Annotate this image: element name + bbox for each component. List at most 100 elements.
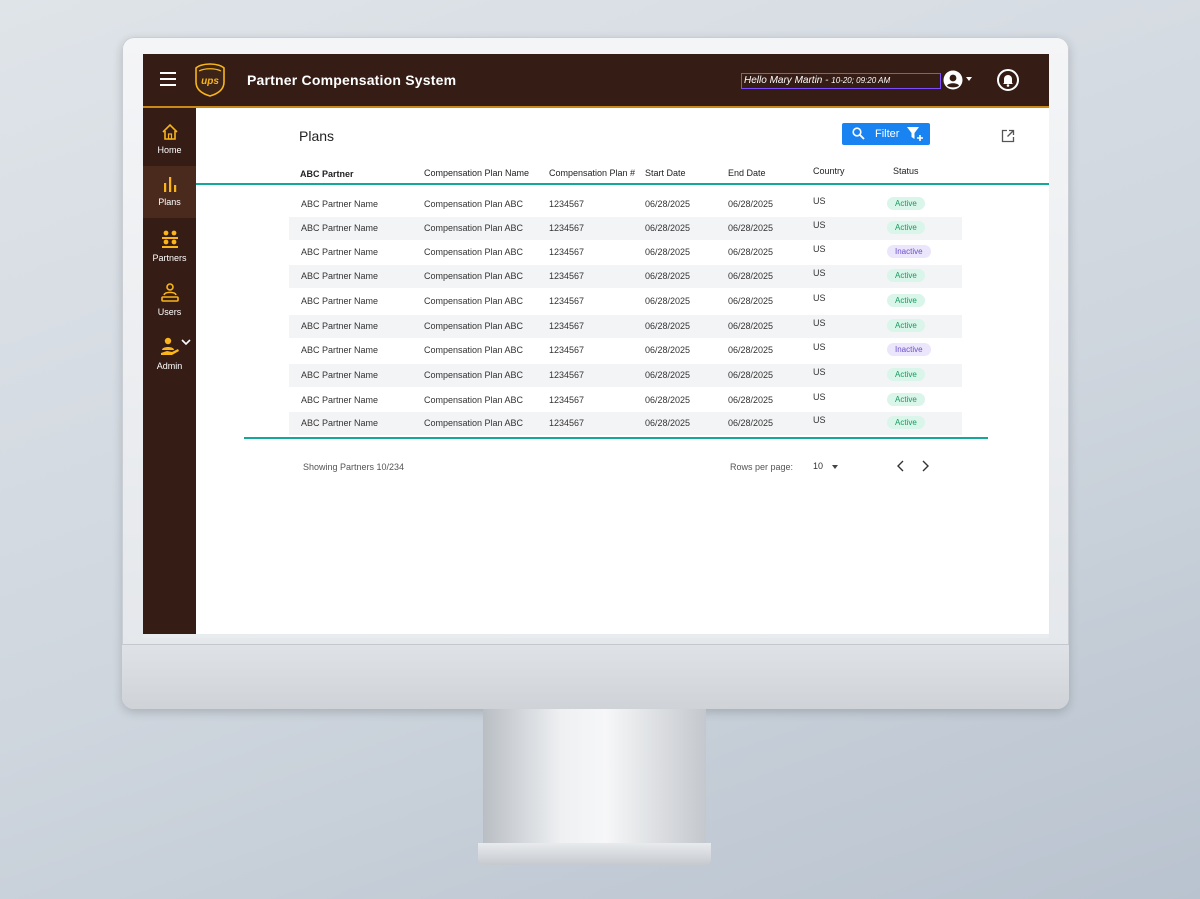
status-badge: Active — [887, 319, 925, 332]
cell-start-date: 06/28/2025 — [645, 370, 691, 380]
rows-per-page-label: Rows per page: — [730, 462, 794, 472]
chevron-down-icon[interactable] — [181, 338, 191, 346]
cell-start-date: 06/28/2025 — [645, 418, 691, 428]
table-row[interactable]: ABC Partner Name Compensation Plan ABC 123… — [289, 290, 962, 313]
svg-text:ups: ups — [201, 76, 219, 87]
table-row[interactable]: ABC Partner Name Compensation Plan ABC 123… — [289, 193, 962, 216]
cell-plan-name: Compensation Plan ABC — [424, 271, 524, 281]
monitor-stand-base — [478, 843, 711, 865]
cell-plan-number: 1234567 — [549, 296, 585, 306]
sidebar-item-admin[interactable]: Admin — [143, 336, 196, 382]
cell-partner-name: ABC Partner Name — [301, 370, 379, 380]
cell-end-date: 06/28/2025 — [728, 296, 774, 306]
rows-per-page-select[interactable]: 10 — [813, 461, 823, 471]
cell-partner-name: ABC Partner Name — [301, 199, 379, 209]
sidebar-item-plans[interactable]: Plans — [143, 166, 196, 218]
screen-bottom-edge — [143, 634, 1049, 638]
sidebar-item-label: Partners — [152, 253, 187, 263]
partners-icon — [161, 230, 178, 248]
status-badge: Inactive — [887, 245, 931, 258]
column-header-start-date[interactable]: Start Date — [645, 168, 686, 178]
column-header-country[interactable]: Country — [813, 166, 845, 176]
cell-end-date: 06/28/2025 — [728, 321, 774, 331]
table-row[interactable]: ABC Partner Name Compensation Plan ABC 123… — [289, 339, 962, 362]
cell-plan-number: 1234567 — [549, 199, 585, 209]
cell-partner-name: ABC Partner Name — [301, 296, 379, 306]
column-header-end-date[interactable]: End Date — [728, 168, 766, 178]
table-row[interactable]: ABC Partner Name Compensation Plan ABC 123… — [289, 389, 962, 412]
cell-plan-name: Compensation Plan ABC — [424, 296, 524, 306]
cell-plan-name: Compensation Plan ABC — [424, 247, 524, 257]
cell-start-date: 06/28/2025 — [645, 199, 691, 209]
table-bottom-divider — [244, 437, 988, 439]
cell-country: US — [813, 196, 826, 206]
table-row[interactable]: ABC Partner Name Compensation Plan ABC 123… — [289, 265, 962, 288]
cell-partner-name: ABC Partner Name — [301, 418, 379, 428]
open-external-icon[interactable] — [1001, 129, 1015, 143]
sidebar-nav: Home Plans Partners Users Admin — [143, 108, 196, 638]
cell-partner-name: ABC Partner Name — [301, 271, 379, 281]
filter-button-label: Filter — [875, 128, 900, 140]
prev-page-chevron-icon[interactable] — [896, 459, 906, 473]
cell-country: US — [813, 415, 826, 425]
cell-country: US — [813, 367, 826, 377]
greeting-timestamp: 10-20; 09:20 AM — [831, 76, 891, 85]
column-header-plan-number[interactable]: Compensation Plan # — [549, 168, 635, 178]
status-badge: Active — [887, 197, 925, 210]
cell-partner-name: ABC Partner Name — [301, 395, 379, 405]
sidebar-item-label: Users — [157, 307, 182, 317]
cell-plan-number: 1234567 — [549, 271, 585, 281]
table-row[interactable]: ABC Partner Name Compensation Plan ABC 123… — [289, 364, 962, 387]
cell-end-date: 06/28/2025 — [728, 345, 774, 355]
greeting-separator: - — [822, 75, 832, 86]
sidebar-item-users[interactable]: Users — [143, 282, 196, 328]
cell-plan-name: Compensation Plan ABC — [424, 321, 524, 331]
cell-start-date: 06/28/2025 — [645, 247, 691, 257]
cell-start-date: 06/28/2025 — [645, 321, 691, 331]
cell-country: US — [813, 268, 826, 278]
sidebar-item-label: Plans — [158, 197, 181, 207]
cell-plan-number: 1234567 — [549, 370, 585, 380]
status-badge: Active — [887, 221, 925, 234]
column-header-status[interactable]: Status — [893, 166, 919, 176]
next-page-chevron-icon[interactable] — [920, 459, 930, 473]
cell-plan-name: Compensation Plan ABC — [424, 345, 524, 355]
cell-plan-number: 1234567 — [549, 395, 585, 405]
sidebar-item-partners[interactable]: Partners — [143, 228, 196, 276]
table-row[interactable]: ABC Partner Name Compensation Plan ABC 123… — [289, 241, 962, 264]
cell-end-date: 06/28/2025 — [728, 223, 774, 233]
search-icon — [852, 127, 865, 140]
column-header-abc-partner[interactable]: ABC Partner — [300, 169, 354, 179]
table-row[interactable]: ABC Partner Name Compensation Plan ABC 123… — [289, 315, 962, 338]
app-title: Partner Compensation System — [247, 72, 457, 88]
column-header-plan-name[interactable]: Compensation Plan Name — [424, 168, 529, 178]
table-header-divider — [196, 183, 1049, 185]
cell-partner-name: ABC Partner Name — [301, 345, 379, 355]
cell-partner-name: ABC Partner Name — [301, 223, 379, 233]
rows-per-page-caret-icon[interactable] — [832, 465, 838, 469]
greeting-name: Hello Mary Martin — [744, 75, 823, 86]
account-circle-icon[interactable] — [943, 70, 963, 90]
table-row[interactable]: ABC Partner Name Compensation Plan ABC 123… — [289, 217, 962, 240]
cell-partner-name: ABC Partner Name — [301, 247, 379, 257]
status-badge: Active — [887, 269, 925, 282]
cell-start-date: 06/28/2025 — [645, 345, 691, 355]
notification-bell-icon[interactable] — [997, 69, 1019, 91]
user-greeting: Hello Mary Martin - 10-20; 09:20 AM — [741, 73, 941, 89]
account-dropdown-caret-icon[interactable] — [966, 77, 972, 81]
cell-plan-name: Compensation Plan ABC — [424, 395, 524, 405]
cell-country: US — [813, 220, 826, 230]
app-screen: ups Partner Compensation System Hello Ma… — [143, 54, 1049, 638]
sidebar-item-home[interactable]: Home — [143, 122, 196, 166]
page-title: Plans — [299, 128, 335, 144]
filter-button[interactable]: Filter — [842, 123, 930, 145]
cell-plan-number: 1234567 — [549, 247, 585, 257]
cell-plan-number: 1234567 — [549, 223, 585, 233]
cell-end-date: 06/28/2025 — [728, 370, 774, 380]
hamburger-menu-icon[interactable] — [160, 72, 176, 86]
monitor-chin — [122, 644, 1069, 709]
table-row[interactable]: ABC Partner Name Compensation Plan ABC 123… — [289, 412, 962, 435]
users-icon — [160, 283, 179, 302]
cell-end-date: 06/28/2025 — [728, 418, 774, 428]
cell-plan-number: 1234567 — [549, 345, 585, 355]
